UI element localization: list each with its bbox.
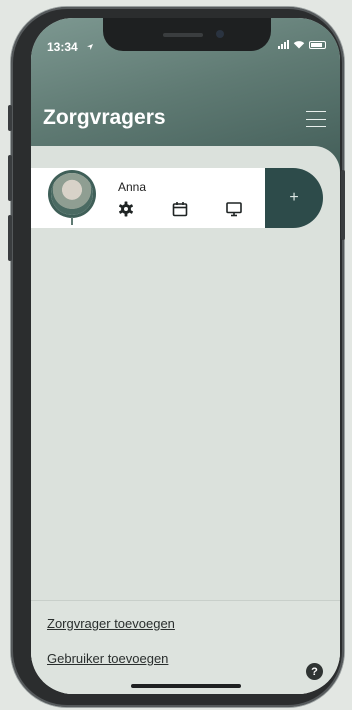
card-actions xyxy=(117,200,247,218)
menu-icon[interactable] xyxy=(306,111,326,127)
location-arrow-icon xyxy=(87,44,93,50)
phone-power-button xyxy=(341,170,345,240)
status-icons xyxy=(278,40,326,49)
status-time: 13:34 xyxy=(47,40,78,54)
calendar-icon[interactable] xyxy=(171,200,189,218)
phone-volume-down xyxy=(8,215,12,261)
add-user-link[interactable]: Gebruiker toevoegen xyxy=(47,651,168,666)
card-name: Anna xyxy=(118,180,147,194)
speaker-grille xyxy=(163,33,203,37)
page-title: Zorgvragers xyxy=(43,106,166,129)
avatar[interactable] xyxy=(51,173,93,215)
monitor-icon[interactable] xyxy=(225,200,243,218)
wifi-icon xyxy=(293,41,305,49)
phone-notch xyxy=(103,18,271,51)
add-button[interactable]: + xyxy=(265,168,323,228)
add-care-recipient-link[interactable]: Zorgvrager toevoegen xyxy=(47,616,175,631)
phone-mute-switch xyxy=(8,105,12,131)
gear-icon[interactable] xyxy=(117,200,135,218)
camera-icon xyxy=(216,30,224,38)
home-indicator xyxy=(131,684,241,688)
help-icon[interactable]: ? xyxy=(306,663,323,680)
avatar-pin xyxy=(71,217,73,225)
phone-volume-up xyxy=(8,155,12,201)
battery-icon xyxy=(309,40,326,49)
signal-icon xyxy=(278,40,289,49)
app-screen: 13:34 Zorgvragers + Anna Zorgvrager toev… xyxy=(31,18,340,694)
footer xyxy=(31,600,340,694)
